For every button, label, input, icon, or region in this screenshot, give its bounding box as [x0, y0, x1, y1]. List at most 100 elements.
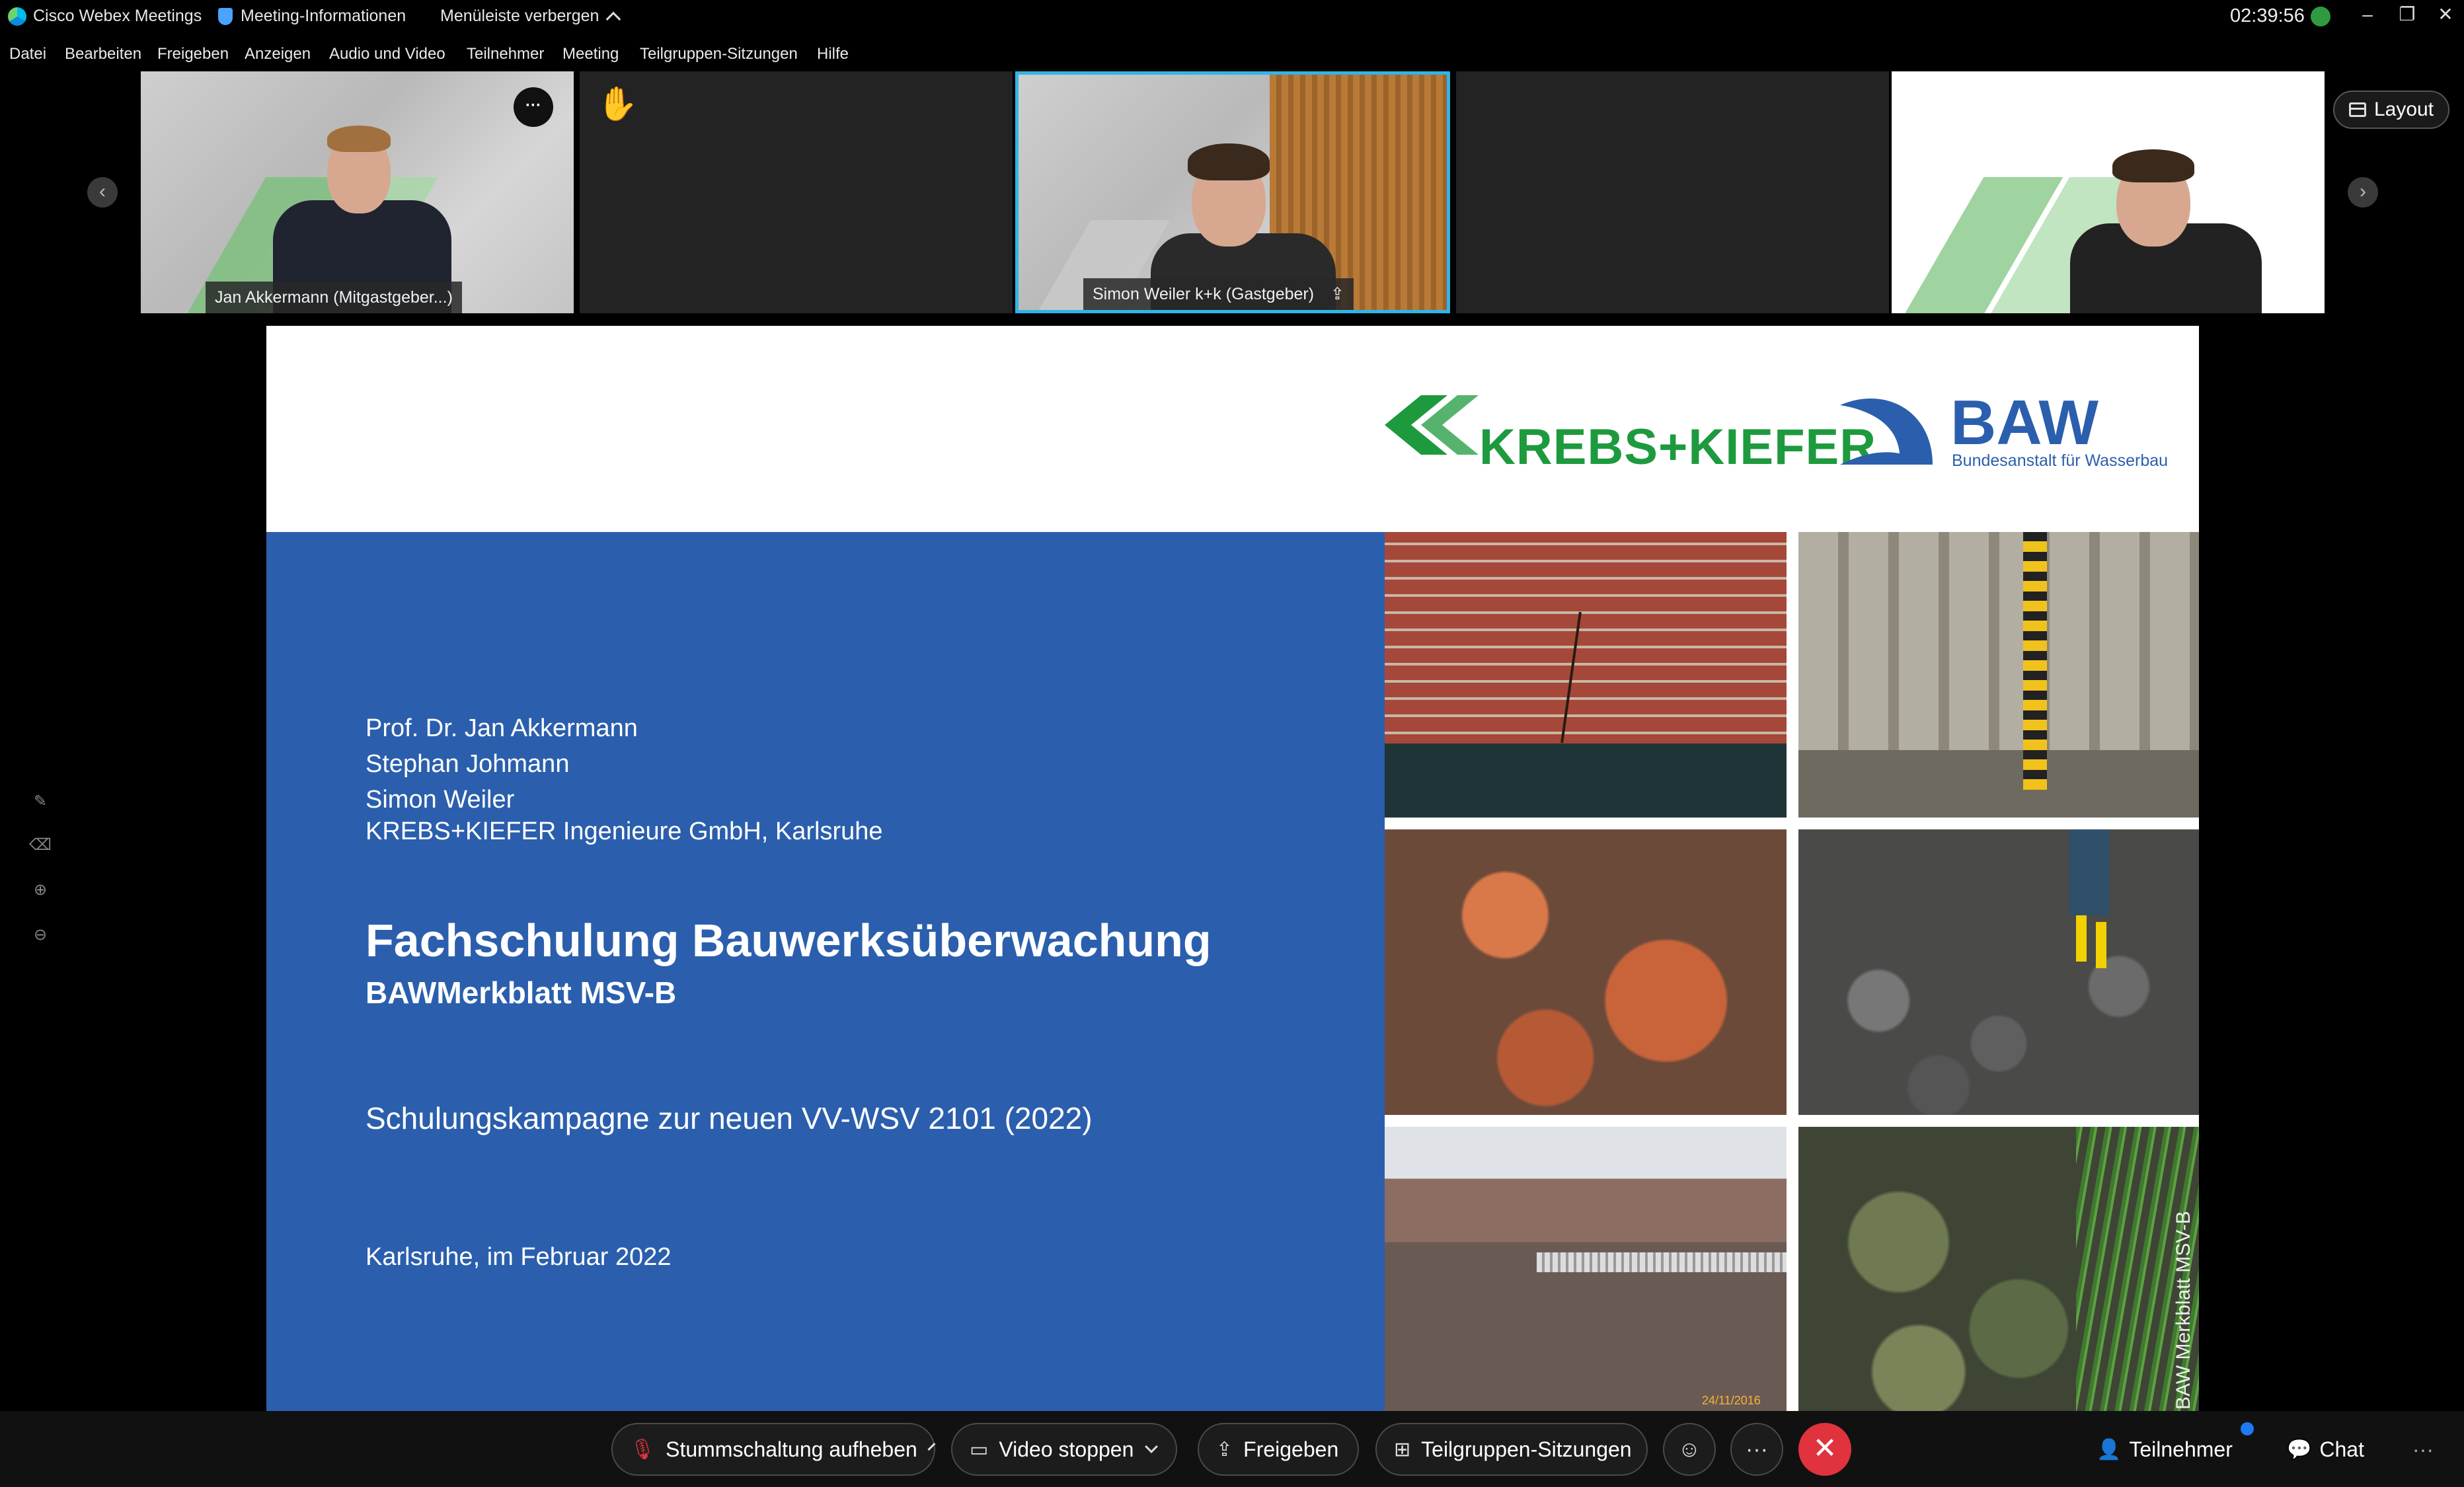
photo-boot [2076, 915, 2087, 962]
more-panels-button[interactable]: ··· [2412, 1433, 2434, 1466]
shield-icon [218, 7, 233, 25]
participant-name-label: Jan Akkermann (Mitgastgeber...) [206, 282, 462, 313]
baw-logo-icon [1840, 399, 1933, 465]
baw-logo-subtitle: Bundesanstalt für Wasserbau [1952, 451, 2169, 470]
strip-next-arrow-icon[interactable]: › [2348, 177, 2378, 208]
menu-teilnehmer[interactable]: Teilnehmer [467, 40, 544, 69]
unmute-button[interactable]: 🎙 Stummschaltung aufheben [611, 1423, 936, 1476]
chat-bubble-icon: 💬 [2287, 1438, 2312, 1461]
krebs-kiefer-logo-icon [1385, 395, 1479, 455]
reactions-button[interactable]: ☺ [1663, 1423, 1716, 1476]
photo-date-stamp: 24/11/2016 [1702, 1394, 1761, 1407]
strip-prev-arrow-icon[interactable]: ‹ [87, 177, 118, 208]
participant-name-label: Simon Weiler k+k (Gastgeber) ⇪ [1083, 278, 1354, 310]
share-icon: ⇪ [1216, 1438, 1233, 1461]
video-tile-simon-weiler[interactable]: Simon Weiler k+k (Gastgeber) ⇪ [1015, 71, 1450, 313]
photo-gauge [2023, 532, 2047, 790]
close-icon[interactable]: ✕ [2432, 1, 2459, 28]
breakout-label: Teilgruppen-Sitzungen [1421, 1437, 1632, 1461]
participant-figure [1188, 143, 1270, 180]
breakout-grid-icon: ⊞ [1394, 1438, 1411, 1461]
share-button[interactable]: ⇪ Freigeben [1198, 1423, 1359, 1476]
stop-video-button[interactable]: ▭ Video stoppen [951, 1423, 1177, 1476]
slide-author: Simon Weiler [366, 786, 515, 814]
annotate-icon[interactable]: ✎ [29, 790, 52, 813]
layout-button[interactable]: Layout [2333, 91, 2449, 129]
restore-icon[interactable]: ❐ [2394, 1, 2420, 28]
participants-panel-button[interactable]: 👤 Teilnehmer [2097, 1433, 2233, 1466]
app-title: Cisco Webex Meetings [8, 7, 202, 26]
more-actions-button[interactable]: ··· [1730, 1423, 1783, 1476]
network-status-icon[interactable] [2311, 7, 2330, 26]
slide-blue-panel [266, 532, 1385, 1415]
baw-logo-text: BAW [1950, 387, 2098, 458]
video-tile-participant[interactable] [1892, 71, 2325, 313]
slide-company: KREBS+KIEFER Ingenieure GmbH, Karlsruhe [366, 818, 883, 845]
menu-bearbeiten[interactable]: Bearbeiten [65, 40, 141, 69]
hide-menu-button[interactable]: Menüleiste verbergen [440, 7, 621, 26]
slide-campaign: Schulungskampagne zur neuen VV-WSV 2101 … [366, 1101, 1093, 1135]
raised-hand-icon: ✋ [597, 85, 638, 122]
photo-brick-wall [1385, 532, 1787, 818]
more-options-button[interactable]: ··· [514, 87, 553, 127]
menu-anzeigen[interactable]: Anzeigen [245, 40, 311, 69]
person-icon: 👤 [2097, 1438, 2122, 1461]
chevron-up-icon [606, 11, 621, 26]
photo-water [1385, 744, 1787, 818]
end-call-button[interactable]: ✕ [1798, 1423, 1851, 1476]
participant-figure [327, 126, 391, 152]
slide-author: Prof. Dr. Jan Akkermann [366, 714, 638, 742]
video-tile-empty[interactable] [1456, 71, 1889, 313]
shared-slide: KREBS+KIEFER BAW Bundesanstalt für Wasse… [266, 326, 2199, 1415]
photo-quay-edge: 24/11/2016 [1385, 1127, 1787, 1415]
breakout-sessions-button[interactable]: ⊞ Teilgruppen-Sitzungen [1375, 1423, 1648, 1476]
zoom-in-icon[interactable]: ⊕ [29, 879, 52, 901]
photo-boot [2096, 922, 2106, 968]
chevron-down-icon[interactable] [1145, 1440, 1159, 1453]
krebs-kiefer-logo-text: KREBS+KIEFER [1479, 419, 1877, 475]
zoom-out-icon[interactable]: ⊖ [29, 924, 52, 946]
minimize-icon[interactable]: – [2354, 1, 2381, 28]
participant-figure [2112, 149, 2194, 182]
chat-panel-button[interactable]: 💬 Chat [2287, 1433, 2364, 1466]
meeting-info-label: Meeting-Informationen [241, 7, 406, 25]
hide-menu-label: Menüleiste verbergen [440, 7, 599, 25]
photo-crack [1560, 611, 1582, 744]
chevron-down-icon[interactable] [927, 1442, 936, 1451]
menu-freigeben[interactable]: Freigeben [157, 40, 229, 69]
eraser-icon[interactable]: ⌫ [29, 834, 52, 857]
share-label: Freigeben [1243, 1437, 1339, 1461]
mic-muted-icon: 🎙 [630, 1438, 656, 1461]
video-camera-icon: ▭ [970, 1438, 989, 1461]
webex-logo-icon [8, 7, 26, 26]
app-name: Cisco Webex Meetings [33, 7, 202, 25]
share-status-icon: ⇪ [1330, 285, 1344, 303]
title-bar: Cisco Webex Meetings Meeting-Information… [0, 0, 2464, 34]
layout-label: Layout [2373, 98, 2434, 120]
video-tile-raised-hand[interactable]: ✋ [580, 71, 1013, 313]
slide-author: Stephan Johmann [366, 750, 570, 778]
video-tile-jan-akkermann[interactable]: ··· Jan Akkermann (Mitgastgeber...) [141, 71, 574, 313]
stop-video-label: Video stoppen [999, 1437, 1134, 1461]
photo-mossy-stones [1798, 1127, 2199, 1415]
unmute-label: Stummschaltung aufheben [666, 1437, 917, 1461]
menu-datei[interactable]: Datei [9, 40, 46, 69]
layout-icon [2348, 102, 2366, 117]
slide-place-date: Karlsruhe, im Februar 2022 [366, 1243, 672, 1271]
clock: 02:39:56 [2230, 5, 2305, 26]
notification-badge [2241, 1422, 2254, 1435]
menu-meeting[interactable]: Meeting [562, 40, 619, 69]
meeting-info-button[interactable]: Meeting-Informationen [218, 7, 406, 26]
slide-vertical-label: BAW Merkblatt MSV-B [2173, 1211, 2194, 1410]
photo-riprap [1798, 829, 2199, 1115]
menu-teilgruppen[interactable]: Teilgruppen-Sitzungen [640, 40, 798, 69]
participants-panel-label: Teilnehmer [2129, 1437, 2233, 1461]
participant-name-text: Simon Weiler k+k (Gastgeber) [1093, 285, 1315, 303]
photo-water [1798, 750, 2199, 818]
slide-title: Fachschulung Bauwerksüberwachung [366, 915, 1212, 966]
photo-corrosion [1385, 829, 1787, 1115]
photo-sheet-piles [1798, 532, 2199, 818]
slide-subtitle: BAWMerkblatt MSV-B [366, 975, 677, 1010]
menu-audio-video[interactable]: Audio und Video [329, 40, 445, 69]
menu-hilfe[interactable]: Hilfe [817, 40, 849, 69]
